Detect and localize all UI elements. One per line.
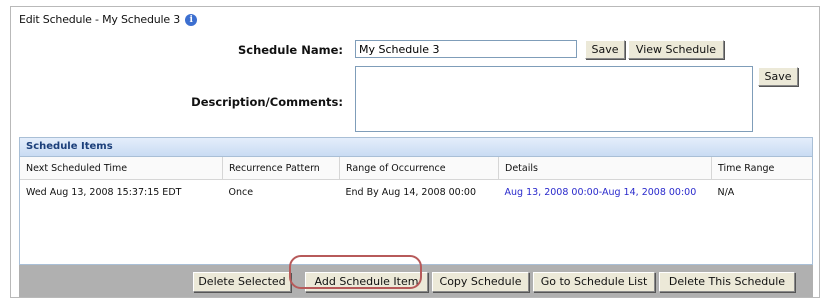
cell-range-of-occurrence: End By Aug 14, 2008 00:00	[345, 186, 477, 198]
description-textarea[interactable]	[355, 66, 753, 132]
cell-details-link[interactable]: Aug 13, 2008 00:00-Aug 14, 2008 00:00	[499, 180, 712, 205]
table-row[interactable]: Wed Aug 13, 2008 15:37:15 EDT Once End B…	[20, 180, 812, 205]
save-name-button[interactable]: Save	[585, 40, 625, 59]
col-time-range[interactable]: Time Range	[711, 157, 812, 180]
cell-recurrence-pattern: Once	[228, 186, 254, 198]
info-icon[interactable]: i	[185, 13, 198, 26]
col-details[interactable]: Details	[498, 157, 712, 180]
go-to-schedule-list-button[interactable]: Go to Schedule List	[533, 272, 655, 292]
delete-this-schedule-button[interactable]: Delete This Schedule	[659, 272, 795, 292]
cell-time-range: N/A	[717, 186, 735, 198]
grid-footer-toolbar: Delete Selected Add Schedule Item Copy S…	[19, 265, 813, 297]
save-description-button[interactable]: Save	[758, 67, 798, 86]
schedule-name-input[interactable]	[355, 40, 577, 58]
schedule-items-grid: Schedule Items Next Scheduled Time Recur…	[19, 137, 813, 265]
schedule-name-label: Schedule Name:	[237, 43, 343, 57]
delete-selected-button[interactable]: Delete Selected	[193, 272, 291, 292]
col-next-scheduled-time[interactable]: Next Scheduled Time	[20, 157, 223, 180]
schedule-items-table: Next Scheduled Time Recurrence Pattern R…	[20, 157, 812, 204]
edit-schedule-panel: Edit Schedule - My Schedule 3 i Schedule…	[10, 6, 820, 298]
col-range-of-occurrence[interactable]: Range of Occurrence	[339, 157, 499, 180]
table-header-row: Next Scheduled Time Recurrence Pattern R…	[20, 157, 812, 180]
col-recurrence-pattern[interactable]: Recurrence Pattern	[222, 157, 340, 180]
page-title: Edit Schedule - My Schedule 3 i	[19, 13, 198, 26]
cell-next-scheduled-time: Wed Aug 13, 2008 15:37:15 EDT	[26, 186, 182, 198]
page-title-text: Edit Schedule - My Schedule 3	[19, 13, 181, 26]
copy-schedule-button[interactable]: Copy Schedule	[432, 272, 529, 292]
description-label: Description/Comments:	[191, 95, 343, 109]
add-schedule-item-button[interactable]: Add Schedule Item	[305, 272, 428, 292]
view-schedule-button[interactable]: View Schedule	[628, 40, 724, 59]
grid-title: Schedule Items	[20, 138, 812, 157]
